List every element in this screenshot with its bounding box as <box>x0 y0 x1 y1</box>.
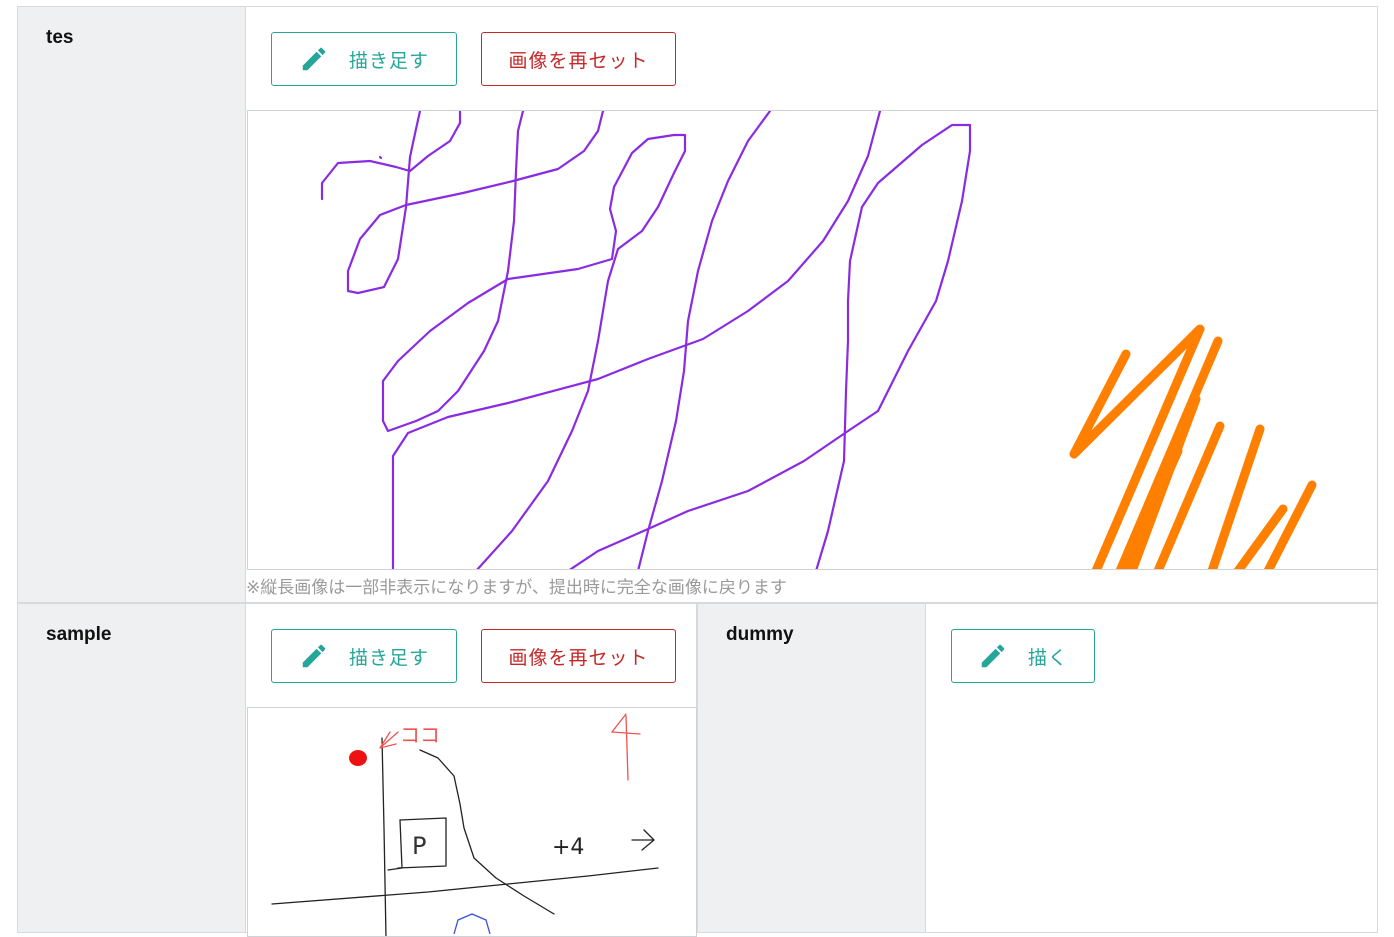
reset-image-button-label: 画像を再セット <box>508 49 649 72</box>
draw-more-button-sample[interactable]: 描き足す <box>271 629 457 683</box>
reset-image-button[interactable]: 画像を再セット <box>481 32 676 86</box>
reset-image-button-label: 画像を再セット <box>508 646 649 669</box>
draw-more-button[interactable]: 描き足す <box>271 32 457 86</box>
field-content-cell-tes: 描き足す 画像を再セット ※縦長画像は一部非表示になりますが、提出時に完全な画像… <box>245 6 1378 603</box>
drawing-canvas-sample[interactable]: P +4 ココ 4 <box>247 707 697 937</box>
canvas-notice-text: ※縦長画像は一部非表示になりますが、提出時に完全な画像に戻ります <box>246 578 787 598</box>
pencil-icon <box>299 641 329 671</box>
map-sketch-image: P +4 ココ 4 <box>271 713 659 936</box>
field-content-cell-dummy: 描く <box>925 603 1378 933</box>
drawing-image <box>320 111 1317 569</box>
field-label-cell-tes: tes <box>17 6 246 603</box>
draw-button-label: 描く <box>1027 646 1068 669</box>
field-content-cell-sample: 描き足す 画像を再セット P +4 ココ 4 <box>245 603 697 937</box>
sketch-plus4-text: +4 <box>552 835 584 860</box>
drawing-canvas[interactable] <box>247 110 1378 570</box>
field-label-cell-sample: sample <box>17 603 246 933</box>
field-label-tes: tes <box>46 27 74 48</box>
draw-button[interactable]: 描く <box>951 629 1095 683</box>
reset-image-button-sample[interactable]: 画像を再セット <box>481 629 676 683</box>
sketch-koko-text: ココ <box>400 723 440 747</box>
draw-more-button-label: 描き足す <box>348 646 429 669</box>
field-label-dummy: dummy <box>726 624 794 645</box>
field-label-cell-dummy: dummy <box>697 603 926 933</box>
sketch-blue-mark <box>453 913 491 935</box>
sketch-parking-letter: P <box>412 832 426 860</box>
field-label-sample: sample <box>46 624 112 645</box>
pencil-icon <box>978 641 1008 671</box>
draw-more-button-label: 描き足す <box>348 49 429 72</box>
pencil-icon <box>299 44 329 74</box>
sketch-red-dot <box>349 750 367 766</box>
